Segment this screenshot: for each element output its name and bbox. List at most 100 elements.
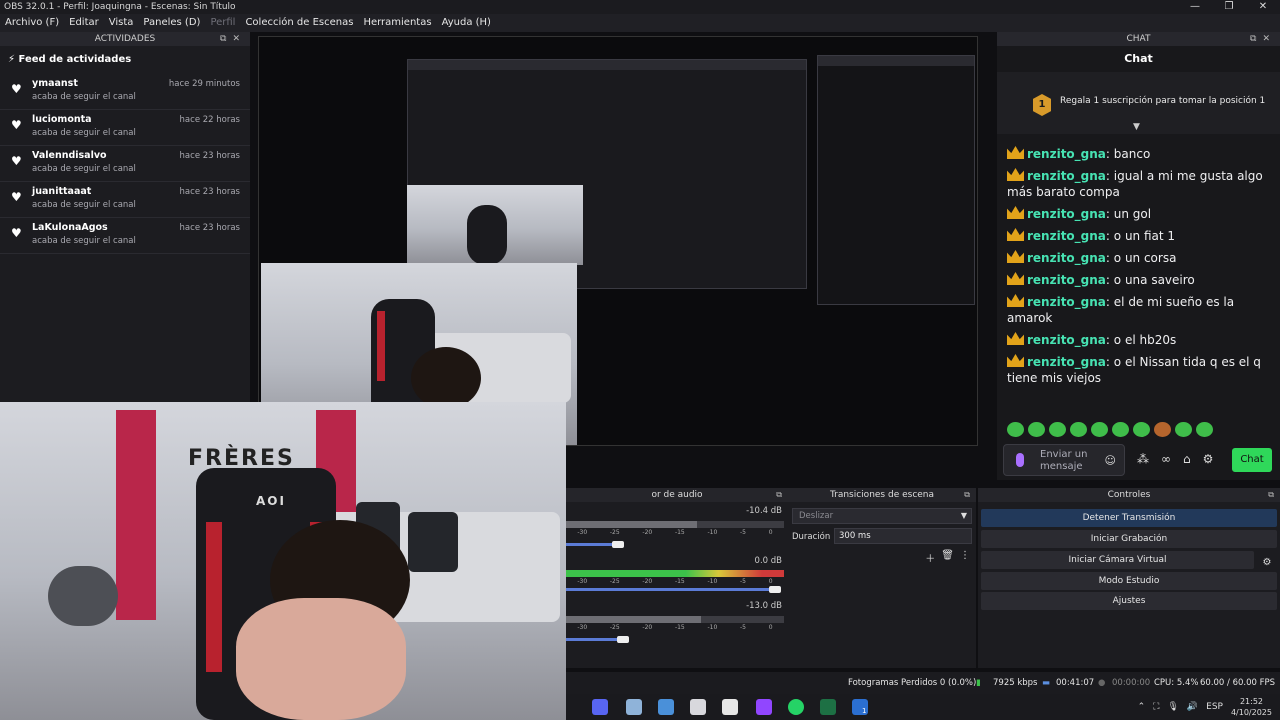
send-chat-button[interactable]: Chat [1232, 448, 1272, 472]
transition-select[interactable]: Deslizar ▼ [792, 508, 972, 524]
feed-item[interactable]: ♥ juanittaaat hace 23 horas acaba de seg… [0, 182, 250, 218]
chat-username[interactable]: renzito_gna [1027, 169, 1106, 183]
network-icon[interactable]: ⛶ [1153, 702, 1159, 712]
scene-preview[interactable] [258, 36, 978, 446]
window-titlebar: OBS 32.0.1 - Perfil: Joaquingna - Escena… [0, 0, 1280, 14]
chat-text: o un corsa [1113, 251, 1177, 265]
gift-sub-banner[interactable]: 1 Regala 1 suscripción para tomar la pos… [997, 72, 1280, 134]
meter-fill [566, 521, 697, 528]
emote-icon[interactable] [1112, 422, 1129, 437]
volume-icon[interactable]: 🔊 [1187, 702, 1198, 712]
app-icon[interactable] [658, 699, 674, 715]
mic-icon[interactable] [1016, 453, 1024, 467]
emote-icon[interactable] [1070, 422, 1087, 437]
window-title: OBS 32.0.1 - Perfil: Joaquingna - Escena… [4, 2, 236, 12]
tick: -30 [577, 529, 588, 536]
start-recording-button[interactable]: Iniciar Grabación [981, 530, 1277, 548]
expand-icon[interactable]: ▼ [1133, 122, 1140, 132]
volume-slider[interactable] [566, 588, 775, 591]
feed-item[interactable]: ♥ luciomonta hace 22 horas acaba de segu… [0, 110, 250, 146]
activities-dock-title: ACTIVIDADES [94, 34, 156, 44]
chat-username[interactable]: renzito_gna [1027, 355, 1106, 369]
feed-item[interactable]: ♥ ymaanst hace 29 minutos acaba de segui… [0, 74, 250, 110]
menu-file[interactable]: Archivo (F) [0, 14, 64, 32]
feed-item[interactable]: ♥ Valenndisalvo hace 23 horas acaba de s… [0, 146, 250, 182]
emote-icon[interactable] [1133, 422, 1150, 437]
chat-username[interactable]: renzito_gna [1027, 147, 1106, 161]
emote-icon[interactable] [1154, 422, 1171, 437]
infinity-icon[interactable]: ∞ [1161, 452, 1171, 466]
chat-message: renzito_gna: o un fiat 1 [997, 226, 1280, 248]
chat-username[interactable]: renzito_gna [1027, 333, 1106, 347]
minimize-button[interactable]: — [1178, 0, 1212, 14]
menu-tools[interactable]: Herramientas [358, 14, 436, 32]
emote-icon[interactable] [1007, 422, 1024, 437]
tick: -5 [740, 529, 746, 536]
emoji-icon[interactable]: ☺ [1105, 454, 1116, 467]
close-button[interactable]: ✕ [1246, 0, 1280, 14]
gear-icon[interactable]: ⚙ [1203, 452, 1214, 466]
chat-username[interactable]: renzito_gna [1027, 229, 1106, 243]
stop-streaming-button[interactable]: Detener Transmisión [981, 509, 1277, 527]
discord-icon[interactable] [592, 699, 608, 715]
dock-controls[interactable]: ⧉ [1268, 488, 1274, 502]
meter-fill [566, 570, 784, 577]
feed-time: hace 23 horas [179, 151, 240, 161]
tick: -25 [609, 529, 620, 536]
chevron-up-icon[interactable]: ⌃ [1138, 702, 1146, 712]
menu-scene-collection[interactable]: Colección de Escenas [240, 14, 358, 32]
feed-item[interactable]: ♥ LaKulonaAgos hace 23 horas acaba de se… [0, 218, 250, 254]
chat-username[interactable]: renzito_gna [1027, 207, 1106, 221]
app-icon[interactable]: 1 [852, 699, 868, 715]
mic-icon[interactable]: 🎙 [1167, 702, 1178, 712]
crown-icon [1007, 146, 1024, 159]
app-icon[interactable] [690, 699, 706, 715]
language-indicator[interactable]: ESP [1206, 702, 1223, 712]
volume-slider[interactable] [566, 543, 618, 546]
settings-button[interactable]: Ajustes [981, 592, 1277, 610]
bits-icon[interactable]: ⁂ [1137, 452, 1149, 466]
store-icon[interactable]: ⌂ [1183, 452, 1191, 466]
more-icon[interactable]: ⋮ [960, 550, 970, 565]
chat-input[interactable]: Enviar un mensaje ☺ [1003, 444, 1125, 476]
add-icon[interactable]: ＋ [925, 550, 935, 565]
twitch-icon[interactable] [756, 699, 772, 715]
emote-icon[interactable] [1028, 422, 1045, 437]
volume-slider[interactable] [566, 638, 623, 641]
emote-icon[interactable] [1049, 422, 1066, 437]
whatsapp-icon[interactable] [788, 699, 804, 715]
excel-icon[interactable] [820, 699, 836, 715]
gear-icon[interactable]: ⚙ [1258, 554, 1276, 572]
emote-icon[interactable] [1091, 422, 1108, 437]
chat-username[interactable]: renzito_gna [1027, 251, 1106, 265]
trash-icon[interactable]: 🗑 [941, 550, 954, 565]
dock-controls[interactable]: ⧉✕ [220, 32, 246, 46]
app-icon[interactable] [626, 699, 642, 715]
menu-help[interactable]: Ayuda (H) [437, 14, 496, 32]
start-virtual-camera-button[interactable]: Iniciar Cámara Virtual [981, 551, 1254, 569]
volume-slider-handle[interactable] [617, 636, 629, 643]
dock-controls[interactable]: ⧉ [964, 488, 970, 502]
menu-view[interactable]: Vista [104, 14, 139, 32]
feed-list: ♥ ymaanst hace 29 minutos acaba de segui… [0, 74, 250, 254]
pouf [48, 566, 118, 626]
volume-slider-handle[interactable] [769, 586, 781, 593]
menu-edit[interactable]: Editar [64, 14, 104, 32]
maximize-button[interactable]: ❐ [1212, 0, 1246, 14]
emote-icon[interactable] [1175, 422, 1192, 437]
crown-icon [1007, 206, 1024, 219]
studio-mode-button[interactable]: Modo Estudio [981, 572, 1277, 590]
chat-username[interactable]: renzito_gna [1027, 295, 1106, 309]
emote-icon[interactable] [1196, 422, 1213, 437]
menu-docks[interactable]: Paneles (D) [138, 14, 205, 32]
dock-controls[interactable]: ⧉ [776, 488, 782, 502]
volume-slider-handle[interactable] [612, 541, 624, 548]
dock-controls[interactable]: ⧉✕ [1250, 32, 1276, 46]
meter-ticks: -30 -25 -20 -15 -10 -5 0 [566, 624, 784, 631]
chat-username[interactable]: renzito_gna [1027, 273, 1106, 287]
capcut-icon[interactable] [722, 699, 738, 715]
clock[interactable]: 21:52 4/10/2025 [1231, 696, 1272, 718]
stream-time: 00:41:07 [1056, 678, 1095, 688]
nested-chat-capture [817, 55, 975, 305]
duration-input[interactable]: 300 ms [834, 528, 972, 544]
